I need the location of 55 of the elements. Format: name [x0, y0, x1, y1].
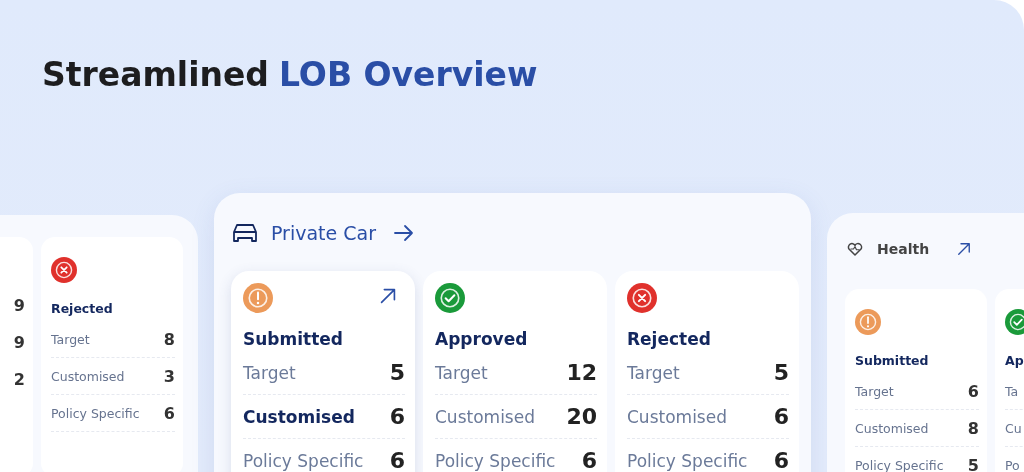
- page-title: Streamlined: [42, 54, 269, 96]
- metric-value: 6: [163, 403, 175, 423]
- heart-icon: [845, 240, 865, 258]
- status-card[interactable]: Submitted Target 6 Customised 8 Policy Specific 5: [845, 289, 987, 472]
- card-title: Rejected: [51, 300, 114, 318]
- metric-value: 5: [773, 360, 789, 385]
- car-icon: [231, 221, 259, 245]
- metric-value: 20: [566, 404, 597, 429]
- metric-value: 8: [163, 329, 175, 349]
- metric-label: Policy Specific: [435, 450, 556, 471]
- metric-value: 6: [581, 448, 597, 472]
- metric-value: 6: [773, 448, 789, 472]
- metric-label: Policy Specific: [243, 450, 364, 471]
- metric-label: Ta: [1005, 383, 1019, 399]
- card-title: Submitted: [855, 352, 930, 370]
- lob-title[interactable]: Private Car: [271, 222, 376, 244]
- metric-label: Customised: [435, 406, 535, 427]
- status-card[interactable]: Approved Target 12 Customised 20 Policy Specific 6: [423, 271, 607, 472]
- metric-label: Customised: [51, 368, 125, 384]
- metric-label: Customised: [243, 406, 355, 427]
- metric-value: 6: [389, 448, 405, 472]
- metric-label: Policy Specific: [51, 405, 140, 421]
- metric-value: 12: [566, 360, 597, 385]
- page-title-highlight: LOB Overview: [279, 54, 538, 96]
- metric-label: Cu: [1005, 420, 1022, 436]
- metric-label: Target: [243, 362, 296, 383]
- metric-value: 6: [389, 404, 405, 429]
- status-card[interactable]: Submitted Target 5 Customised 6 Policy Specific 6: [231, 271, 415, 472]
- card-title: Approved: [435, 328, 529, 351]
- card-title: Submitted: [243, 328, 344, 351]
- status-card[interactable]: Rejected Target 8 Customised 3 Policy Specific 6: [41, 237, 183, 472]
- status-card[interactable]: Ap Ta Cu Po: [995, 289, 1024, 472]
- metric-value: 9: [13, 295, 25, 315]
- lob-title[interactable]: Health: [877, 241, 930, 257]
- card-title: Rejected: [627, 328, 712, 351]
- metric-label: Po: [1005, 457, 1020, 472]
- metric-value: 2: [13, 369, 25, 389]
- metric-value: 5: [389, 360, 405, 385]
- metric-value: 3: [163, 366, 175, 386]
- metric-value: 9: [13, 332, 25, 352]
- metric-value: 6: [967, 381, 979, 401]
- status-card[interactable]: Rejected Target 5 Customised 6 Policy Specific 6: [615, 271, 799, 472]
- metric-label: Policy Specific: [855, 457, 944, 472]
- metric-label: Policy Specific: [627, 450, 748, 471]
- metric-label: Target: [435, 362, 488, 383]
- metric-value: 5: [967, 455, 979, 472]
- metric-label: Target: [855, 383, 894, 399]
- metric-label: Target: [627, 362, 680, 383]
- metric-value: 8: [967, 418, 979, 438]
- metric-value: 6: [773, 404, 789, 429]
- metric-label: Customised: [855, 420, 929, 436]
- status-card[interactable]: 9 9 2: [0, 237, 33, 472]
- metric-label: Target: [51, 331, 90, 347]
- metric-label: Customised: [627, 406, 727, 427]
- card-title: Ap: [1005, 352, 1024, 370]
